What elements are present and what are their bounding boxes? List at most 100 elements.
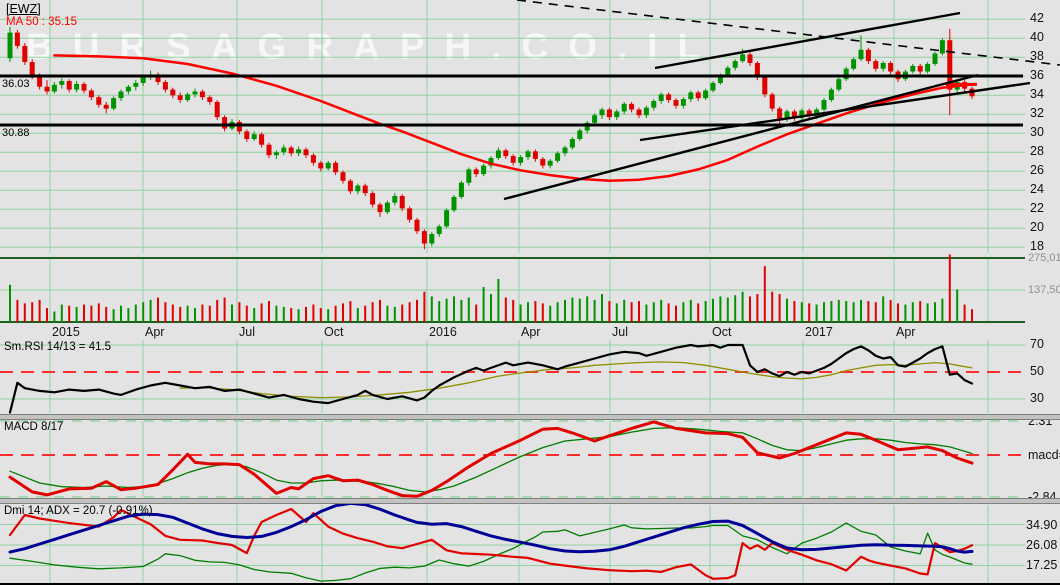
candle-body <box>288 147 294 154</box>
trendline-support-long <box>503 73 979 201</box>
volume-bar <box>194 308 196 322</box>
candle-body <box>340 172 346 181</box>
candle-body <box>606 109 612 118</box>
volume-bar <box>460 299 463 322</box>
volume-bar <box>571 297 574 322</box>
candle-body <box>525 151 531 158</box>
volume-bar <box>83 304 85 322</box>
candle-body <box>503 150 509 157</box>
candle-body <box>555 153 561 161</box>
volume-bar <box>282 306 285 322</box>
volume-bar <box>334 305 337 322</box>
candle-body <box>547 160 553 166</box>
volume-bar <box>667 303 670 322</box>
volume-bar <box>31 302 34 322</box>
volume-bar <box>608 301 611 322</box>
volume-bar <box>882 296 885 322</box>
volume-bar <box>216 299 219 322</box>
candle-body <box>273 152 279 156</box>
volume-bar <box>689 299 692 322</box>
volume-bar <box>630 302 633 322</box>
volume-bar <box>179 306 182 322</box>
volume-bar <box>379 299 381 322</box>
candle-body <box>362 185 368 194</box>
volume-bar <box>186 305 189 322</box>
volume-bar <box>445 298 448 322</box>
volume-bar <box>675 305 677 322</box>
volume-bar <box>342 303 344 322</box>
candle-body <box>658 94 664 101</box>
volume-bar <box>127 308 130 322</box>
candle-body <box>873 61 879 69</box>
volume-bar <box>926 303 929 322</box>
rsi-smooth-line <box>179 361 973 399</box>
candle-body <box>821 100 827 110</box>
support-resistance-label-lower: 30.88 <box>2 127 30 139</box>
volume-bar <box>704 301 707 322</box>
candle-body <box>51 84 57 92</box>
candle-body <box>236 121 242 132</box>
volume-bar <box>904 304 907 322</box>
candle-body <box>518 157 524 163</box>
volume-bar <box>68 305 71 322</box>
volume-bar <box>53 311 56 322</box>
volume-bar <box>512 299 515 322</box>
candle-body <box>540 158 546 166</box>
volume-bar <box>660 299 663 322</box>
volume-bar <box>956 289 959 322</box>
candle-body <box>421 231 427 244</box>
candle-body <box>377 204 383 213</box>
trendline-resistance-dashed <box>516 0 1060 66</box>
volume-bar <box>726 297 729 322</box>
pane-separator[interactable] <box>0 414 1060 420</box>
candle-body <box>103 104 109 109</box>
symbol-label[interactable]: [EWZ] <box>6 2 41 16</box>
volume-bar <box>408 302 411 322</box>
candle-body <box>614 111 620 118</box>
volume-bar <box>756 294 759 322</box>
volume-bar <box>238 302 241 322</box>
volume-bar <box>763 266 766 322</box>
volume-bar <box>800 302 803 322</box>
candle-body <box>865 49 871 62</box>
candle-body <box>244 131 250 139</box>
candle-body <box>407 208 413 220</box>
candle-body <box>939 40 945 54</box>
volume-bar <box>919 301 922 322</box>
volume-bar <box>157 297 159 322</box>
candle-body <box>451 196 457 211</box>
candle-body <box>192 91 198 95</box>
candle-body <box>458 182 464 197</box>
candle-body <box>37 76 43 87</box>
candle-body <box>643 107 649 116</box>
volume-bar <box>149 299 152 322</box>
volume-bar <box>371 302 374 322</box>
pane-separator[interactable] <box>0 498 1060 504</box>
candle-body <box>732 61 738 68</box>
volume-bar <box>497 278 500 322</box>
candle-body <box>199 91 205 98</box>
candle-body <box>917 65 923 72</box>
candle-body <box>81 83 87 91</box>
volume-bar <box>105 306 108 322</box>
candle-body <box>347 180 353 192</box>
candle-body <box>836 79 842 90</box>
volume-bar <box>260 303 263 322</box>
candle-body <box>651 101 657 108</box>
volume-bar <box>593 299 596 322</box>
volume-bar <box>741 291 744 322</box>
candle-body <box>710 82 716 91</box>
volume-bar <box>808 303 811 322</box>
volume-bar <box>467 297 470 322</box>
volume-bar <box>815 304 818 322</box>
volume-bar <box>823 302 825 322</box>
candle-body <box>29 62 35 77</box>
volume-bar <box>453 296 455 322</box>
candle-body <box>621 103 627 112</box>
candle-body <box>562 147 568 154</box>
volume-bar <box>564 299 566 322</box>
candle-body <box>703 90 709 99</box>
candle-body <box>747 54 753 63</box>
candle-body <box>325 162 331 169</box>
candle-body <box>177 95 183 101</box>
